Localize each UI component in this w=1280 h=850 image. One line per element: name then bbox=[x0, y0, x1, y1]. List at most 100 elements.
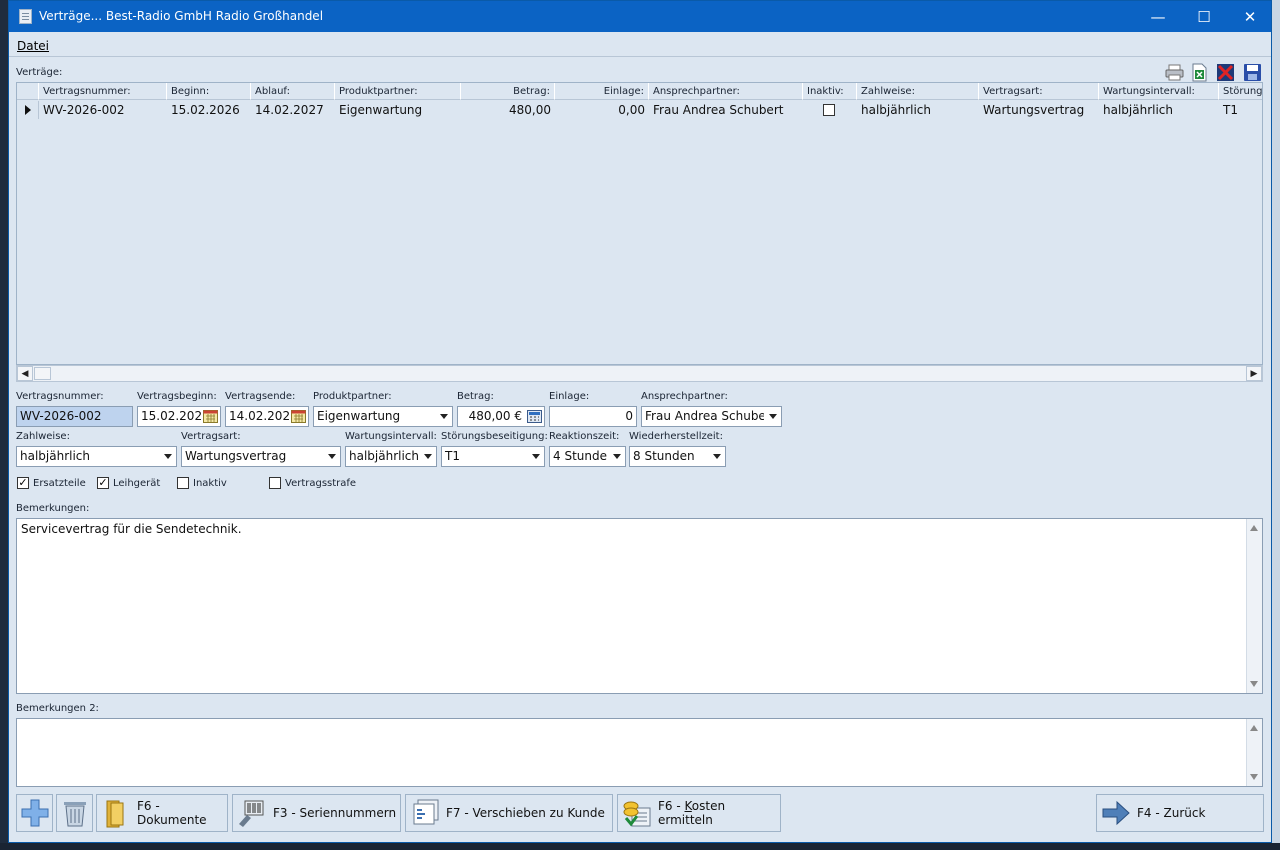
bemerkungen-scrollbar[interactable] bbox=[1246, 519, 1262, 693]
grid-header-beginn[interactable]: Beginn: bbox=[167, 83, 251, 100]
cell-vertragsnummer: WV-2026-002 bbox=[43, 103, 125, 117]
table-row[interactable]: WV-2026-002 15.02.2026 14.02.2027 Eigenw… bbox=[17, 101, 1262, 119]
scroll-thumb[interactable] bbox=[34, 367, 51, 380]
menu-datei[interactable]: Datei bbox=[17, 39, 49, 53]
einlage-input[interactable]: 0 bbox=[549, 406, 637, 427]
zahlweise-select[interactable]: halbjährlich bbox=[16, 446, 177, 467]
cell-ansprechpartner: Frau Andrea Schubert bbox=[653, 103, 784, 117]
calendar-icon[interactable] bbox=[202, 408, 219, 425]
printer-icon[interactable] bbox=[1165, 63, 1184, 82]
label-zahlweise: Zahlweise: bbox=[16, 431, 70, 442]
scroll-left-icon[interactable]: ◀ bbox=[17, 366, 33, 381]
grid-caption: Verträge: bbox=[16, 67, 63, 78]
contracts-grid[interactable]: Vertragsnummer: Beginn: Ablauf: Produktp… bbox=[16, 82, 1263, 365]
seriennummern-button[interactable]: F3 - Seriennummern bbox=[232, 794, 401, 832]
leihgeraet-check-mark: ✓ bbox=[97, 476, 109, 489]
chevron-down-icon[interactable] bbox=[764, 407, 781, 426]
trash-icon bbox=[63, 802, 86, 827]
vertragsbeginn-value: 15.02.2026 bbox=[141, 409, 210, 423]
scroll-right-icon[interactable]: ▶ bbox=[1246, 366, 1262, 381]
grid-header-inaktiv[interactable]: Inaktiv: bbox=[803, 83, 857, 100]
chevron-down-icon[interactable] bbox=[435, 407, 452, 426]
maximize-button[interactable]: ☐ bbox=[1181, 1, 1227, 32]
label-wiederherstellzeit: Wiederherstellzeit: bbox=[629, 431, 723, 442]
chevron-down-icon[interactable] bbox=[323, 447, 340, 466]
grid-header-ablauf[interactable]: Ablauf: bbox=[251, 83, 335, 100]
grid-header-zahlweise[interactable]: Zahlweise: bbox=[857, 83, 979, 100]
betrag-value: 480,00 € bbox=[468, 409, 522, 423]
produktpartner-select[interactable]: Eigenwartung bbox=[313, 406, 453, 427]
grid-header-betrag[interactable]: Betrag: bbox=[461, 83, 555, 100]
verschieben-button[interactable]: F7 - Verschieben zu Kunde bbox=[405, 794, 613, 832]
label-stoerungsbeseitigung: Störungsbeseitigung: bbox=[441, 431, 548, 442]
grid-header-produktpartner[interactable]: Produktpartner: bbox=[335, 83, 461, 100]
bemerkungen2-textarea[interactable] bbox=[16, 718, 1263, 787]
grid-header-wartungsintervall[interactable]: Wartungsintervall: bbox=[1099, 83, 1219, 100]
zahlweise-value: halbjährlich bbox=[20, 449, 91, 463]
wartungsintervall-value: halbjährlich bbox=[349, 449, 420, 463]
vertragsstrafe-checkbox[interactable]: Vertragsstrafe bbox=[269, 477, 356, 489]
cell-beginn: 15.02.2026 bbox=[171, 103, 240, 117]
label-vertragsnummer: Vertragsnummer: bbox=[16, 391, 104, 402]
minimize-button[interactable]: — bbox=[1135, 1, 1181, 32]
chevron-down-icon[interactable] bbox=[419, 447, 436, 466]
vertragsende-input[interactable]: 14.02.2027 bbox=[225, 406, 309, 427]
trash-button[interactable] bbox=[56, 794, 93, 832]
vertragsnummer-input[interactable]: WV-2026-002 bbox=[16, 406, 133, 427]
reaktionszeit-select[interactable]: 4 Stunden bbox=[549, 446, 626, 467]
grid-header-vertragsart[interactable]: Vertragsart: bbox=[979, 83, 1099, 100]
seriennummern-label: F3 - Seriennummern bbox=[273, 806, 397, 820]
cell-ablauf: 14.02.2027 bbox=[255, 103, 324, 117]
ansprechpartner-select[interactable]: Frau Andrea Schubert bbox=[641, 406, 782, 427]
kosten-ermitteln-button[interactable]: F6 - Kosten ermitteln bbox=[617, 794, 781, 832]
bemerkungen-text: Servicevertrag für die Sendetechnik. bbox=[21, 522, 242, 536]
wartungsintervall-select[interactable]: halbjährlich bbox=[345, 446, 437, 467]
window-title: Verträge... Best-Radio GmbH Radio Großha… bbox=[39, 9, 324, 23]
inaktiv-checkbox[interactable]: Inaktiv bbox=[177, 477, 227, 489]
row-selector[interactable] bbox=[17, 101, 39, 119]
bemerkungen2-scrollbar[interactable] bbox=[1246, 719, 1262, 786]
inaktiv-check-box bbox=[177, 477, 189, 489]
calculator-icon[interactable] bbox=[526, 408, 543, 425]
label-produktpartner: Produktpartner: bbox=[313, 391, 392, 402]
vertragsart-select[interactable]: Wartungsvertrag bbox=[181, 446, 341, 467]
barcode-scanner-icon bbox=[239, 800, 264, 827]
menu-bar: Datei bbox=[9, 32, 1271, 57]
ersatzteile-checkbox[interactable]: ✓ Ersatzteile bbox=[17, 477, 86, 489]
delete-icon[interactable] bbox=[1216, 63, 1235, 82]
grid-header-vertragsnummer[interactable]: Vertragsnummer: bbox=[39, 83, 167, 100]
ersatzteile-check-mark: ✓ bbox=[17, 476, 29, 489]
vertragsbeginn-input[interactable]: 15.02.2026 bbox=[137, 406, 221, 427]
betrag-input[interactable]: 480,00 € bbox=[457, 406, 545, 427]
add-button[interactable] bbox=[16, 794, 53, 832]
bemerkungen-textarea[interactable]: Servicevertrag für die Sendetechnik. bbox=[16, 518, 1263, 694]
grid-header-ansprechpartner[interactable]: Ansprechpartner: bbox=[649, 83, 803, 100]
zurueck-button[interactable]: F4 - Zurück bbox=[1096, 794, 1264, 832]
cell-inaktiv-checkbox[interactable] bbox=[823, 104, 835, 116]
cell-einlage: 0,00 bbox=[618, 103, 645, 117]
produktpartner-value: Eigenwartung bbox=[317, 409, 401, 423]
wiederherstellzeit-select[interactable]: 8 Stunden bbox=[629, 446, 726, 467]
dokumente-button[interactable]: F6 - Dokumente bbox=[96, 794, 228, 832]
close-button[interactable]: ✕ bbox=[1227, 1, 1273, 32]
title-bar[interactable]: Verträge... Best-Radio GmbH Radio Großha… bbox=[9, 1, 1271, 32]
chevron-down-icon[interactable] bbox=[608, 447, 625, 466]
chevron-down-icon[interactable] bbox=[159, 447, 176, 466]
verschieben-label: F7 - Verschieben zu Kunde bbox=[446, 806, 605, 820]
grid-header-einlage[interactable]: Einlage: bbox=[555, 83, 649, 100]
stoerungsbeseitigung-select[interactable]: T1 bbox=[441, 446, 545, 467]
inaktiv-label: Inaktiv bbox=[193, 477, 227, 489]
grid-header-stoerung[interactable]: Störungs bbox=[1219, 83, 1262, 100]
chevron-down-icon[interactable] bbox=[527, 447, 544, 466]
leihgeraet-checkbox[interactable]: ✓ Leihgerät bbox=[97, 477, 160, 489]
chevron-down-icon[interactable] bbox=[708, 447, 725, 466]
row-pointer-icon bbox=[25, 105, 31, 115]
ansprechpartner-value: Frau Andrea Schubert bbox=[645, 409, 776, 423]
save-icon[interactable] bbox=[1243, 63, 1262, 82]
export-excel-icon[interactable] bbox=[1190, 63, 1209, 82]
leihgeraet-label: Leihgerät bbox=[113, 477, 161, 489]
grid-horizontal-scrollbar[interactable]: ◀ ▶ bbox=[16, 365, 1263, 382]
calendar-icon[interactable] bbox=[290, 408, 307, 425]
ersatzteile-label: Ersatzteile bbox=[33, 477, 86, 489]
cell-zahlweise: halbjährlich bbox=[861, 103, 932, 117]
